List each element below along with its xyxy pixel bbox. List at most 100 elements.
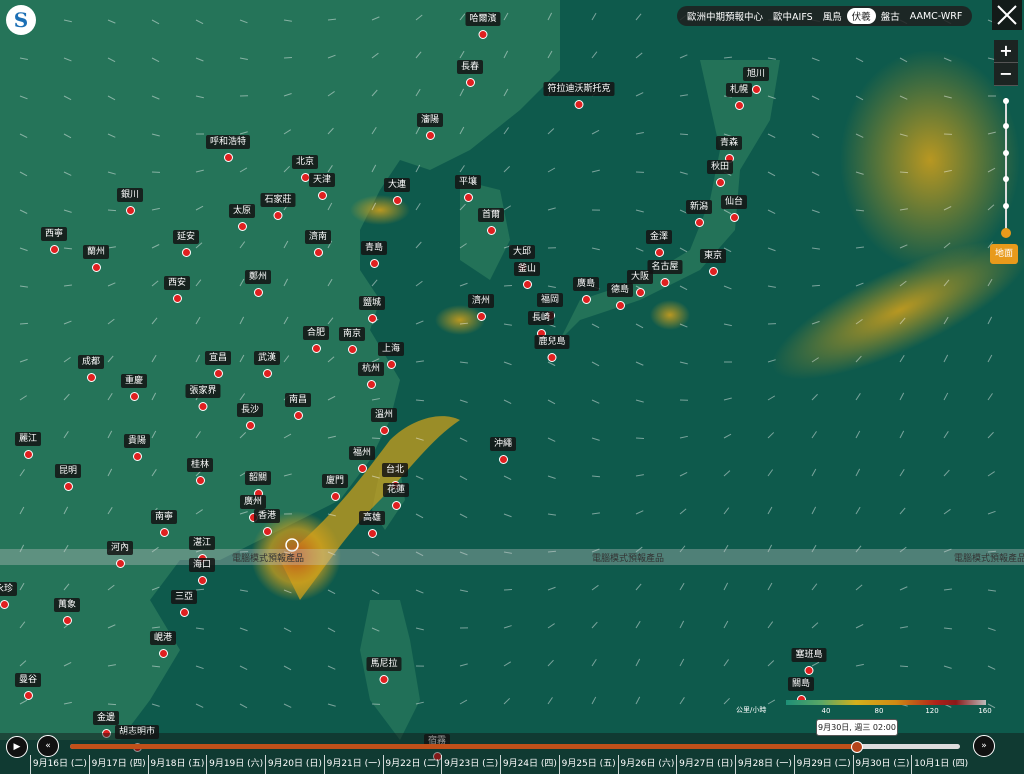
city-marker[interactable]: 福州 — [348, 446, 376, 473]
city-marker[interactable]: 秋田 — [706, 160, 734, 187]
city-marker[interactable]: 貴陽 — [123, 434, 151, 461]
city-marker[interactable]: 瀋陽 — [416, 113, 444, 140]
model-tab[interactable]: 歐洲中期預報中心 — [682, 8, 768, 24]
step-forward-icon[interactable]: » — [973, 735, 995, 757]
city-marker[interactable]: 曼谷 — [14, 673, 42, 700]
city-marker[interactable]: 蘭州 — [82, 245, 110, 272]
city-marker[interactable]: 釜山 — [513, 262, 541, 289]
city-marker[interactable]: 溫州 — [370, 408, 398, 435]
city-marker[interactable]: 香港 — [253, 509, 281, 536]
city-marker[interactable]: 西寧 — [40, 227, 68, 254]
timeline-day[interactable]: 9月28日 (一) — [735, 755, 794, 774]
zoom-slider-handle[interactable] — [1001, 228, 1011, 238]
city-marker[interactable]: 太原 — [228, 204, 256, 231]
city-marker[interactable]: 廣島 — [572, 277, 600, 304]
city-label: 長春 — [456, 60, 484, 74]
city-marker[interactable]: 長崎 — [527, 311, 555, 338]
city-marker[interactable]: 呼和浩特 — [205, 135, 251, 162]
city-marker[interactable]: 長沙 — [236, 403, 264, 430]
city-marker[interactable]: 大連 — [383, 178, 411, 205]
city-marker[interactable]: 札幌 — [725, 83, 753, 110]
city-marker[interactable]: 平壤 — [454, 175, 482, 202]
city-marker[interactable]: 杭州 — [357, 362, 385, 389]
timeline-day[interactable]: 9月17日 (四) — [88, 755, 148, 774]
city-marker[interactable]: 鄭州 — [244, 270, 272, 297]
city-marker[interactable]: 鹿兒島 — [534, 335, 570, 362]
city-marker[interactable]: 永珍 — [0, 582, 18, 609]
city-marker[interactable]: 廈門 — [321, 474, 349, 501]
timeline-day[interactable]: 9月23日 (三) — [441, 755, 500, 774]
city-marker[interactable]: 合肥 — [302, 326, 330, 353]
timeline-day[interactable]: 9月25日 (五) — [558, 755, 618, 774]
model-tab[interactable]: 歐中AIFS — [768, 8, 818, 24]
timeline-day[interactable]: 9月16日 (二) — [30, 755, 89, 774]
city-marker[interactable]: 鹽城 — [358, 296, 386, 323]
city-marker[interactable]: 青森 — [715, 136, 743, 163]
observatory-logo-icon[interactable]: S — [6, 5, 36, 35]
city-marker[interactable]: 首爾 — [477, 208, 505, 235]
city-marker[interactable]: 青島 — [360, 241, 388, 268]
city-marker[interactable]: 東京 — [699, 249, 727, 276]
zoom-in-button[interactable]: + — [994, 40, 1018, 63]
city-marker[interactable]: 馬尼拉 — [366, 657, 402, 684]
city-marker[interactable]: 昆明 — [54, 464, 82, 491]
city-marker[interactable]: 塞班島 — [791, 648, 827, 675]
city-marker[interactable]: 韶關 — [244, 471, 272, 498]
zoom-slider[interactable] — [1003, 98, 1009, 236]
city-marker[interactable]: 銀川 — [116, 188, 144, 215]
city-marker[interactable]: 西安 — [163, 276, 191, 303]
model-tab[interactable]: 盤古 — [876, 8, 905, 24]
timeline-day[interactable]: 9月26日 (六) — [617, 755, 677, 774]
city-marker[interactable]: 河內 — [106, 541, 134, 568]
play-icon[interactable]: ▶ — [6, 736, 28, 758]
city-marker[interactable]: 延安 — [172, 230, 200, 257]
timeline-day[interactable]: 9月27日 (日) — [676, 755, 735, 774]
city-marker[interactable]: 花蓮 — [382, 483, 410, 510]
city-marker[interactable]: 南昌 — [284, 393, 312, 420]
city-marker[interactable]: 符拉迪沃斯托克 — [543, 82, 615, 109]
timeline-day[interactable]: 9月22日 (二) — [382, 755, 442, 774]
city-marker[interactable]: 南寧 — [150, 510, 178, 537]
city-marker[interactable]: 天津 — [308, 173, 336, 200]
timeline-day[interactable]: 9月29日 (二) — [793, 755, 853, 774]
city-marker[interactable]: 仙台 — [720, 195, 748, 222]
layer-button[interactable]: 地面 — [990, 244, 1018, 264]
city-marker[interactable]: 長春 — [456, 60, 484, 87]
city-marker[interactable]: 濟南 — [304, 230, 332, 257]
timeline-day[interactable]: 9月24日 (四) — [500, 755, 559, 774]
timeline-handle[interactable] — [850, 741, 863, 753]
city-marker[interactable]: 張家界 — [185, 384, 221, 411]
timeline-day[interactable]: 9月30日 (三) — [852, 755, 912, 774]
city-marker[interactable]: 德島 — [606, 283, 634, 310]
timeline-day[interactable]: 9月18日 (五) — [147, 755, 207, 774]
city-marker[interactable]: 南京 — [338, 327, 366, 354]
timeline-track[interactable] — [70, 744, 960, 749]
city-marker[interactable]: 麗江 — [14, 432, 42, 459]
timeline-day[interactable]: 9月20日 (日) — [265, 755, 324, 774]
city-marker[interactable]: 石家莊 — [260, 193, 296, 220]
city-marker[interactable]: 金澤 — [645, 230, 673, 257]
close-icon[interactable] — [992, 0, 1022, 30]
city-marker[interactable]: 哈爾濱 — [465, 12, 501, 39]
timeline-day[interactable]: 9月21日 (一) — [323, 755, 383, 774]
city-marker[interactable]: 重慶 — [120, 374, 148, 401]
city-marker[interactable]: 成都 — [77, 355, 105, 382]
timeline-day[interactable]: 9月19日 (六) — [206, 755, 265, 774]
city-marker[interactable]: 沖繩 — [489, 437, 517, 464]
city-marker[interactable]: 峴港 — [149, 631, 177, 658]
city-marker[interactable]: 宜昌 — [204, 351, 232, 378]
city-marker[interactable]: 桂林 — [186, 458, 214, 485]
city-marker[interactable]: 萬象 — [53, 598, 81, 625]
city-marker[interactable]: 高雄 — [358, 511, 386, 538]
city-marker[interactable]: 三亞 — [170, 590, 198, 617]
city-marker[interactable]: 武漢 — [253, 351, 281, 378]
zoom-out-button[interactable]: − — [994, 63, 1018, 86]
city-marker[interactable]: 濟州 — [467, 294, 495, 321]
city-marker[interactable]: 新潟 — [685, 200, 713, 227]
city-marker[interactable]: 海口 — [188, 558, 216, 585]
model-tab[interactable]: 風鳥 — [818, 8, 847, 24]
timeline-day[interactable]: 10月1日 (四) — [911, 755, 970, 774]
model-tab[interactable]: AAMC-WRF — [905, 10, 968, 23]
model-tab[interactable]: 伏羲 — [846, 8, 876, 24]
step-back-icon[interactable]: « — [37, 735, 59, 757]
